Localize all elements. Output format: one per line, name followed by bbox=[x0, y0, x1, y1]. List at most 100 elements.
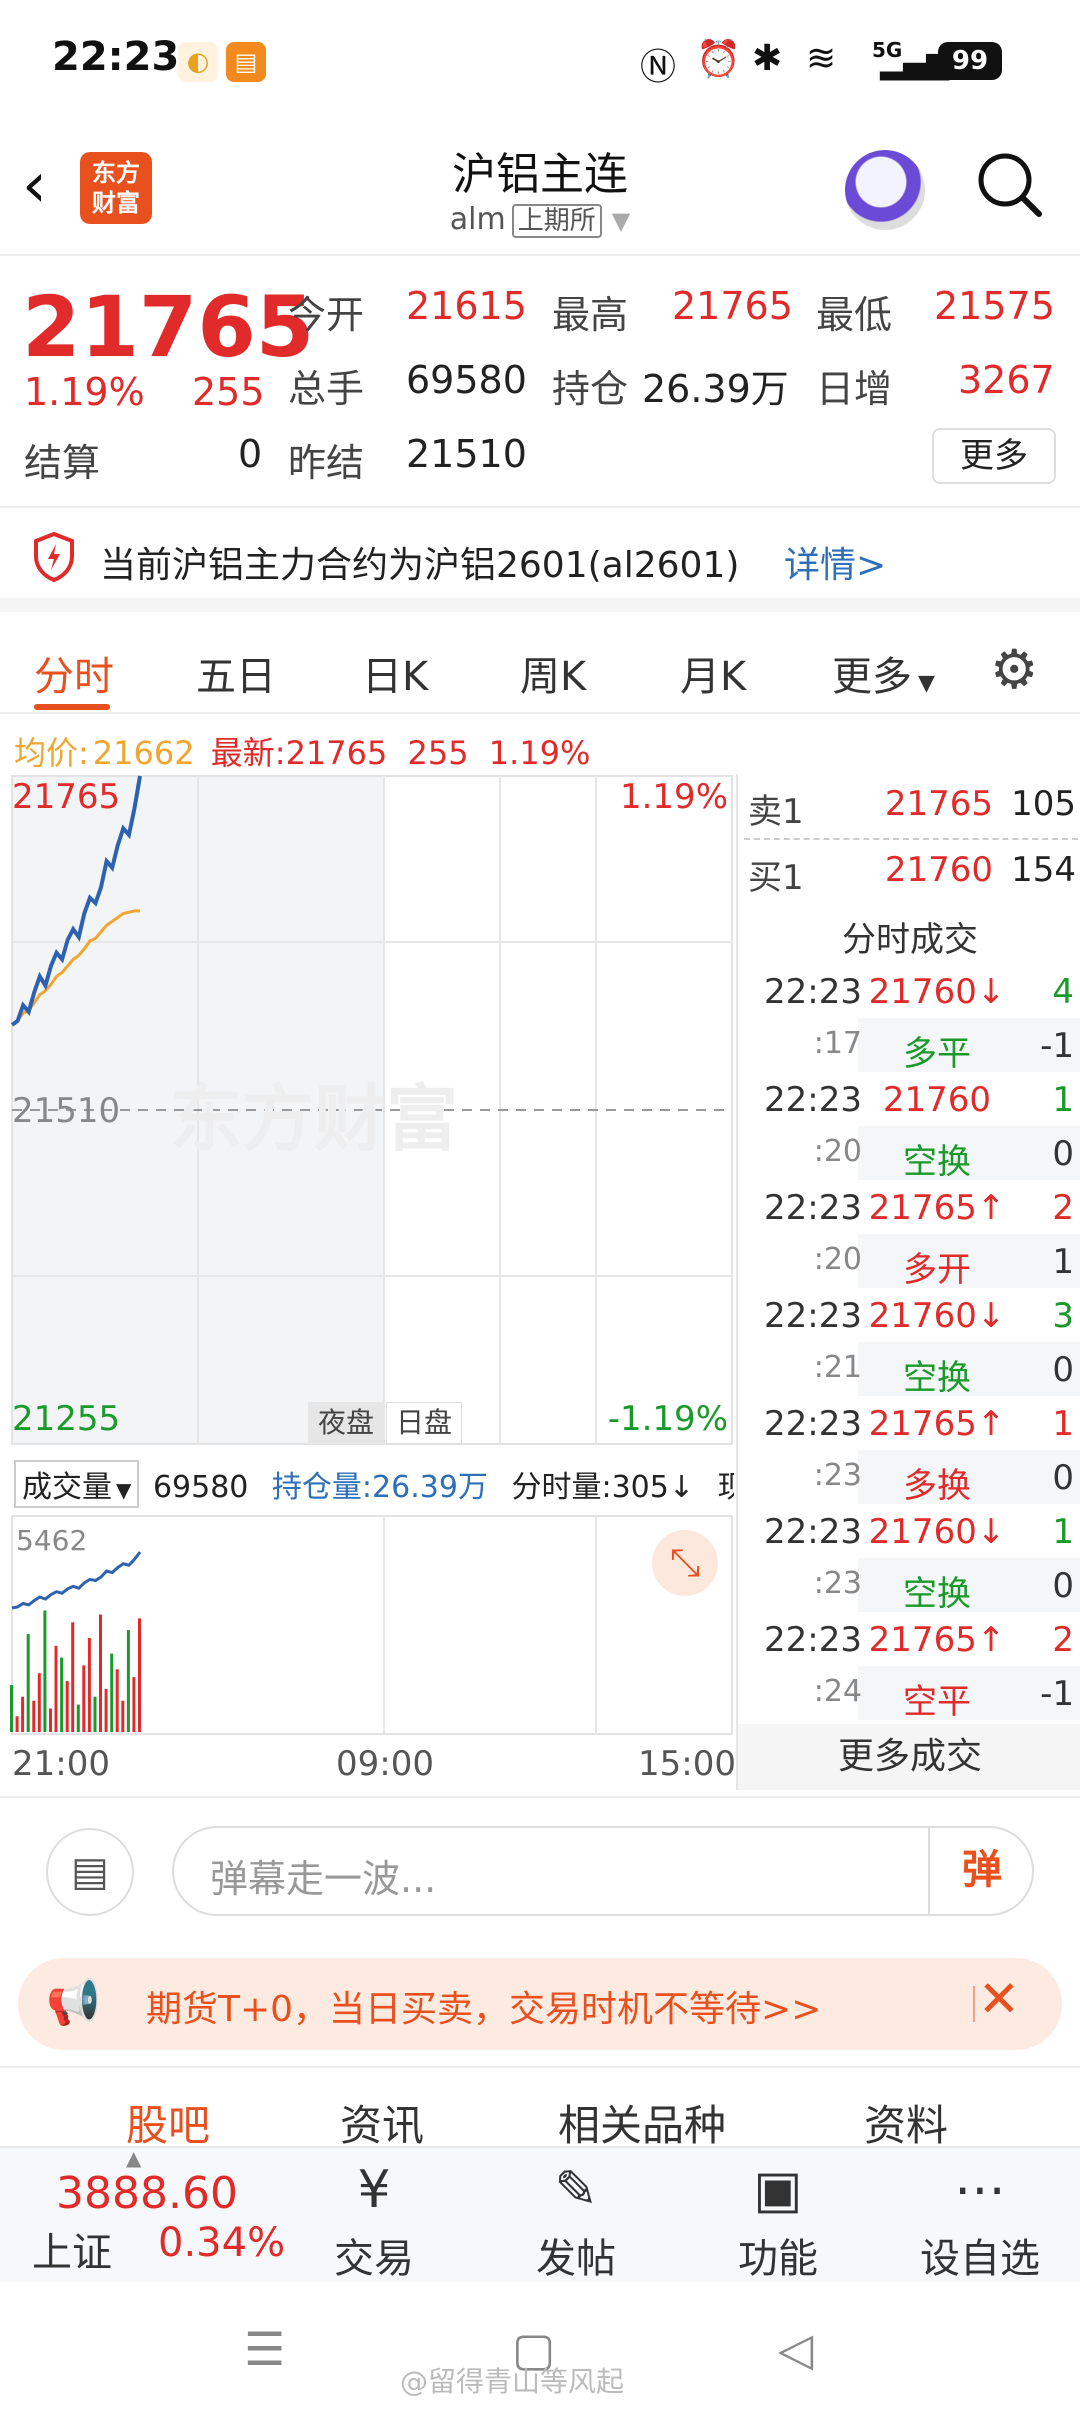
axis-mid-price: 21510 bbox=[12, 1091, 120, 1131]
volume-bars bbox=[10, 1610, 141, 1732]
open-interest-line bbox=[11, 1551, 142, 1610]
tab-underline bbox=[34, 704, 110, 710]
axis-top-pct: 1.19% bbox=[620, 777, 728, 817]
oi-value: 26.39万 bbox=[642, 367, 789, 411]
shield-icon bbox=[32, 531, 76, 583]
system-nav: ☰ ▢ ◁ @留得青山等风起 bbox=[0, 2282, 1080, 2412]
intraday-chart[interactable]: 东方财富 21765 21510 21255 1.19% -1.19% 5462 bbox=[0, 774, 736, 1742]
ai-assistant-icon[interactable] bbox=[845, 150, 925, 230]
tab-daily-k[interactable]: 日K bbox=[362, 644, 428, 702]
danmaku-settings-icon[interactable]: ▤ bbox=[46, 1828, 134, 1916]
clock: 22:23 bbox=[52, 34, 180, 80]
header: ‹ 东方 财富 沪铝主连 alm 上期所 ▼ bbox=[0, 130, 1080, 256]
caret-down-icon: ▼ bbox=[116, 1478, 132, 1502]
trade-type: 空换 bbox=[903, 1358, 971, 1398]
danmaku-input[interactable]: 弹幕走一波... bbox=[172, 1826, 1034, 1916]
trade-detail-row: :23 多换 0 bbox=[738, 1450, 1080, 1506]
image-watermark: @留得青山等风起 bbox=[400, 2365, 625, 2398]
high-label: 最高 bbox=[552, 293, 629, 337]
volume-bar bbox=[15, 1716, 19, 1732]
trade-type: 空换 bbox=[903, 1574, 971, 1614]
volume-total: 69580 bbox=[152, 1470, 249, 1505]
price-info-line: 均价: 21662 最新:21765 255 1.19% bbox=[14, 728, 590, 774]
more-quote-button[interactable]: 更多 bbox=[932, 428, 1056, 484]
volume-bar bbox=[10, 1685, 13, 1732]
latest-pct: 1.19% bbox=[488, 734, 591, 772]
order-book-panel: 卖1 21765 105 买1 21760 154 分时成交 22:23 217… bbox=[736, 774, 1080, 1790]
night-session-button[interactable]: 夜盘 bbox=[308, 1402, 384, 1444]
tab-news[interactable]: 资讯 bbox=[340, 2092, 424, 2153]
trade-row: 22:23 21760↓ 4 bbox=[738, 964, 1080, 1018]
nav-functions[interactable]: ▣ 功能 bbox=[708, 2160, 848, 2284]
search-icon[interactable] bbox=[975, 150, 1045, 236]
trades-list[interactable]: 22:23 21760↓ 4 :17 多平 -1 22:23 21760 1 :… bbox=[738, 964, 1080, 1724]
close-icon[interactable]: ✕ bbox=[978, 1970, 1020, 2028]
volume-label: 总手 bbox=[288, 367, 365, 411]
danmaku-bar: ▤ 弹幕走一波... 弹 bbox=[0, 1796, 1080, 1926]
volume-bar bbox=[132, 1677, 136, 1732]
time-tick-mid: 09:00 bbox=[336, 1744, 434, 1784]
trade-type: 多平 bbox=[903, 1034, 971, 1074]
nav-add-watchlist[interactable]: ⋯ 设自选 bbox=[910, 2160, 1050, 2284]
edit-icon: ✎ bbox=[554, 2160, 598, 2220]
bluetooth-icon: ✱ bbox=[752, 38, 783, 79]
volume-bar bbox=[49, 1708, 52, 1732]
nav-post[interactable]: ✎ 发帖 bbox=[506, 2160, 646, 2284]
tab-monthly-k[interactable]: 月K bbox=[680, 644, 746, 702]
trade-type-qty: 0 bbox=[1052, 1350, 1074, 1390]
daily-inc-label: 日增 bbox=[816, 367, 893, 411]
ask-qty: 105 bbox=[1011, 784, 1076, 824]
trade-detail-row: :20 空换 0 bbox=[738, 1126, 1080, 1182]
tab-weekly-k[interactable]: 周K bbox=[520, 644, 586, 702]
trade-qty: 2 bbox=[1052, 1620, 1074, 1660]
contract-code: alm bbox=[449, 202, 506, 237]
dropdown-icon: ▼ bbox=[611, 207, 631, 235]
indicator-select[interactable]: 成交量 ▼ bbox=[14, 1460, 140, 1508]
more-trades-button[interactable]: 更多成交 bbox=[738, 1724, 1080, 1790]
volume-bar bbox=[21, 1696, 25, 1732]
trade-qty: 1 bbox=[1052, 1404, 1074, 1444]
trade-price: 21765↑ bbox=[868, 1620, 1006, 1660]
promo-banner[interactable]: 📢 期货T+0，当日买卖，交易时机不等待>> ✕ bbox=[18, 1958, 1062, 2050]
exchange-badge: 上期所 bbox=[511, 204, 602, 238]
expand-icon[interactable]: ⤡ bbox=[652, 1530, 718, 1596]
tab-more[interactable]: 更多 ▼ bbox=[832, 644, 935, 702]
trade-price: 21760↓ bbox=[868, 1296, 1006, 1336]
ask-row: 卖1 21765 105 bbox=[744, 774, 1078, 834]
low-label: 最低 bbox=[816, 293, 893, 337]
day-session-button[interactable]: 日盘 bbox=[386, 1402, 462, 1444]
gear-icon[interactable]: ⚙ bbox=[990, 638, 1038, 701]
open-label: 今开 bbox=[288, 293, 365, 337]
time-axis: 21:00 09:00 15:00 bbox=[0, 1742, 736, 1790]
nav-trade[interactable]: ¥ 交易 bbox=[304, 2160, 444, 2284]
menu-icon[interactable]: ☰ bbox=[244, 2322, 285, 2376]
settle-value: 0 bbox=[238, 432, 263, 476]
danmaku-send-button[interactable]: 弹 bbox=[928, 1826, 1034, 1916]
volume-bar bbox=[37, 1673, 41, 1732]
tab-related[interactable]: 相关品种 bbox=[558, 2092, 726, 2153]
trade-type: 多换 bbox=[903, 1466, 971, 1506]
tab-five-day[interactable]: 五日 bbox=[196, 644, 276, 702]
trade-type-qty: 1 bbox=[1052, 1242, 1074, 1282]
back-nav-icon[interactable]: ◁ bbox=[778, 2322, 813, 2376]
volume-bar bbox=[99, 1614, 102, 1732]
trade-detail-row: :17 多平 -1 bbox=[738, 1018, 1080, 1074]
app-notification-icon: ◐ bbox=[178, 42, 218, 82]
volume-bar bbox=[87, 1638, 91, 1732]
megaphone-icon: 📢 bbox=[46, 1977, 101, 2028]
trade-qty: 2 bbox=[1052, 1188, 1074, 1228]
index-ticker[interactable]: 3888.60 上证 0.34% bbox=[0, 2148, 285, 2284]
tab-profile[interactable]: 资料 bbox=[864, 2092, 948, 2153]
tab-intraday[interactable]: 分时 bbox=[34, 644, 114, 702]
volume-bar bbox=[54, 1645, 58, 1732]
tab-forum[interactable]: 股吧 bbox=[126, 2092, 210, 2153]
trade-type-qty: -1 bbox=[1040, 1674, 1074, 1714]
change-value: 255 bbox=[192, 370, 265, 414]
yen-cycle-icon: ¥ bbox=[357, 2160, 391, 2220]
wifi-icon: ≋ bbox=[806, 38, 837, 79]
index-price: 3888.60 bbox=[56, 2168, 238, 2219]
avg-value: 21662 bbox=[92, 734, 195, 772]
avg-label: 均价: bbox=[14, 734, 89, 772]
notice-detail-link[interactable]: 详情> bbox=[784, 536, 886, 588]
low-value: 21575 bbox=[934, 284, 1055, 328]
